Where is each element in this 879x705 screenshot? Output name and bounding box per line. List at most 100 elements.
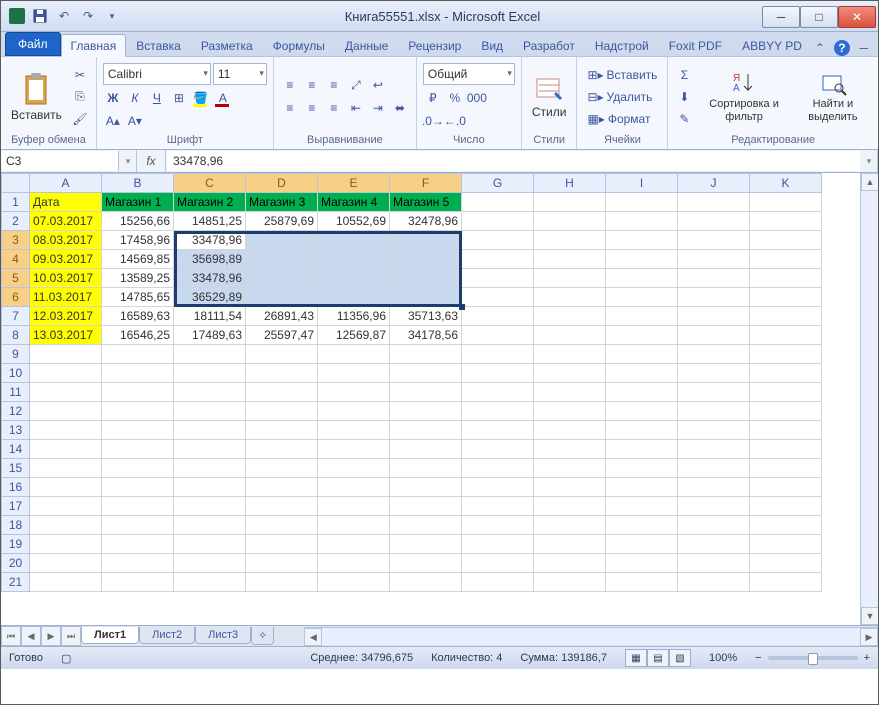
sheet-tab-2[interactable]: Лист2 [139, 627, 195, 644]
cell-D14[interactable] [246, 440, 318, 459]
cut-icon[interactable]: ✂ [70, 65, 90, 85]
cell-I13[interactable] [606, 421, 678, 440]
cell-K10[interactable] [750, 364, 822, 383]
cell-H18[interactable] [534, 516, 606, 535]
cell-B10[interactable] [102, 364, 174, 383]
cell-G18[interactable] [462, 516, 534, 535]
row-header-17[interactable]: 17 [2, 497, 30, 516]
zoom-level[interactable]: 100% [709, 652, 737, 664]
save-icon[interactable] [29, 5, 51, 27]
cell-A8[interactable]: 13.03.2017 [30, 326, 102, 345]
horizontal-scrollbar[interactable] [322, 628, 860, 645]
cell-C1[interactable]: Магазин 2 [174, 193, 246, 212]
autosum-icon[interactable]: Σ [674, 65, 694, 85]
tab-data[interactable]: Данные [335, 34, 398, 56]
cell-K12[interactable] [750, 402, 822, 421]
cell-B5[interactable]: 13589,25 [102, 269, 174, 288]
zoom-in-icon[interactable]: + [864, 652, 870, 664]
cell-H6[interactable] [534, 288, 606, 307]
maximize-button[interactable]: □ [800, 6, 838, 28]
cell-J17[interactable] [678, 497, 750, 516]
fill-color-button[interactable]: 🪣 [191, 88, 211, 108]
sheet-tab-1[interactable]: Лист1 [81, 627, 139, 644]
cell-G16[interactable] [462, 478, 534, 497]
cell-A21[interactable] [30, 573, 102, 592]
cell-I20[interactable] [606, 554, 678, 573]
cell-G9[interactable] [462, 345, 534, 364]
fill-handle[interactable] [459, 304, 465, 310]
cell-A7[interactable]: 12.03.2017 [30, 307, 102, 326]
decrease-indent-icon[interactable]: ⇤ [346, 98, 366, 118]
number-format-combo[interactable]: Общий▾ [423, 63, 515, 85]
column-header-I[interactable]: I [606, 174, 678, 193]
cell-I7[interactable] [606, 307, 678, 326]
cell-C4[interactable]: 35698,89 [174, 250, 246, 269]
cell-I9[interactable] [606, 345, 678, 364]
name-box-dropdown-icon[interactable]: ▾ [120, 150, 137, 172]
cell-I16[interactable] [606, 478, 678, 497]
cell-D15[interactable] [246, 459, 318, 478]
row-header-3[interactable]: 3 [2, 231, 30, 250]
name-box[interactable]: C3 [2, 151, 119, 171]
cell-I12[interactable] [606, 402, 678, 421]
cell-C16[interactable] [174, 478, 246, 497]
cell-D6[interactable] [246, 288, 318, 307]
redo-icon[interactable]: ↷ [77, 5, 99, 27]
cell-C13[interactable] [174, 421, 246, 440]
cell-E11[interactable] [318, 383, 390, 402]
cell-K21[interactable] [750, 573, 822, 592]
cell-E3[interactable] [318, 231, 390, 250]
column-header-G[interactable]: G [462, 174, 534, 193]
cell-H16[interactable] [534, 478, 606, 497]
cell-C2[interactable]: 14851,25 [174, 212, 246, 231]
cell-A12[interactable] [30, 402, 102, 421]
cell-C17[interactable] [174, 497, 246, 516]
cell-F3[interactable] [390, 231, 462, 250]
fx-icon[interactable]: fx [137, 150, 166, 172]
cell-B14[interactable] [102, 440, 174, 459]
grow-font-icon[interactable]: A▴ [103, 111, 123, 131]
cell-I17[interactable] [606, 497, 678, 516]
align-top-icon[interactable]: ≡ [280, 75, 300, 95]
cell-G10[interactable] [462, 364, 534, 383]
cell-J5[interactable] [678, 269, 750, 288]
cell-B2[interactable]: 15256,66 [102, 212, 174, 231]
align-left-icon[interactable]: ≡ [280, 98, 300, 118]
tab-developer[interactable]: Разработ [513, 34, 585, 56]
shrink-font-icon[interactable]: A▾ [125, 111, 145, 131]
cell-H10[interactable] [534, 364, 606, 383]
row-header-15[interactable]: 15 [2, 459, 30, 478]
cell-C3[interactable]: 33478,96 [174, 231, 246, 250]
column-header-E[interactable]: E [318, 174, 390, 193]
cell-F11[interactable] [390, 383, 462, 402]
cell-G15[interactable] [462, 459, 534, 478]
column-header-D[interactable]: D [246, 174, 318, 193]
cell-K1[interactable] [750, 193, 822, 212]
cell-D8[interactable]: 25597,47 [246, 326, 318, 345]
cell-C21[interactable] [174, 573, 246, 592]
cell-E14[interactable] [318, 440, 390, 459]
cell-F1[interactable]: Магазин 5 [390, 193, 462, 212]
cell-I15[interactable] [606, 459, 678, 478]
cell-H5[interactable] [534, 269, 606, 288]
cell-B18[interactable] [102, 516, 174, 535]
spreadsheet-grid[interactable]: ABCDEFGHIJK1ДатаМагазин 1Магазин 2Магази… [1, 173, 878, 625]
cell-B7[interactable]: 16589,63 [102, 307, 174, 326]
cell-J2[interactable] [678, 212, 750, 231]
cell-H14[interactable] [534, 440, 606, 459]
cell-A18[interactable] [30, 516, 102, 535]
cell-D1[interactable]: Магазин 3 [246, 193, 318, 212]
cell-B3[interactable]: 17458,96 [102, 231, 174, 250]
cell-D7[interactable]: 26891,43 [246, 307, 318, 326]
cell-K20[interactable] [750, 554, 822, 573]
cell-I10[interactable] [606, 364, 678, 383]
tab-review[interactable]: Рецензир [398, 34, 471, 56]
cell-E6[interactable] [318, 288, 390, 307]
cell-B13[interactable] [102, 421, 174, 440]
row-header-14[interactable]: 14 [2, 440, 30, 459]
underline-button[interactable]: Ч [147, 88, 167, 108]
close-button[interactable]: ✕ [838, 6, 876, 28]
cell-E10[interactable] [318, 364, 390, 383]
cell-B6[interactable]: 14785,65 [102, 288, 174, 307]
help-icon[interactable]: ? [834, 40, 850, 56]
